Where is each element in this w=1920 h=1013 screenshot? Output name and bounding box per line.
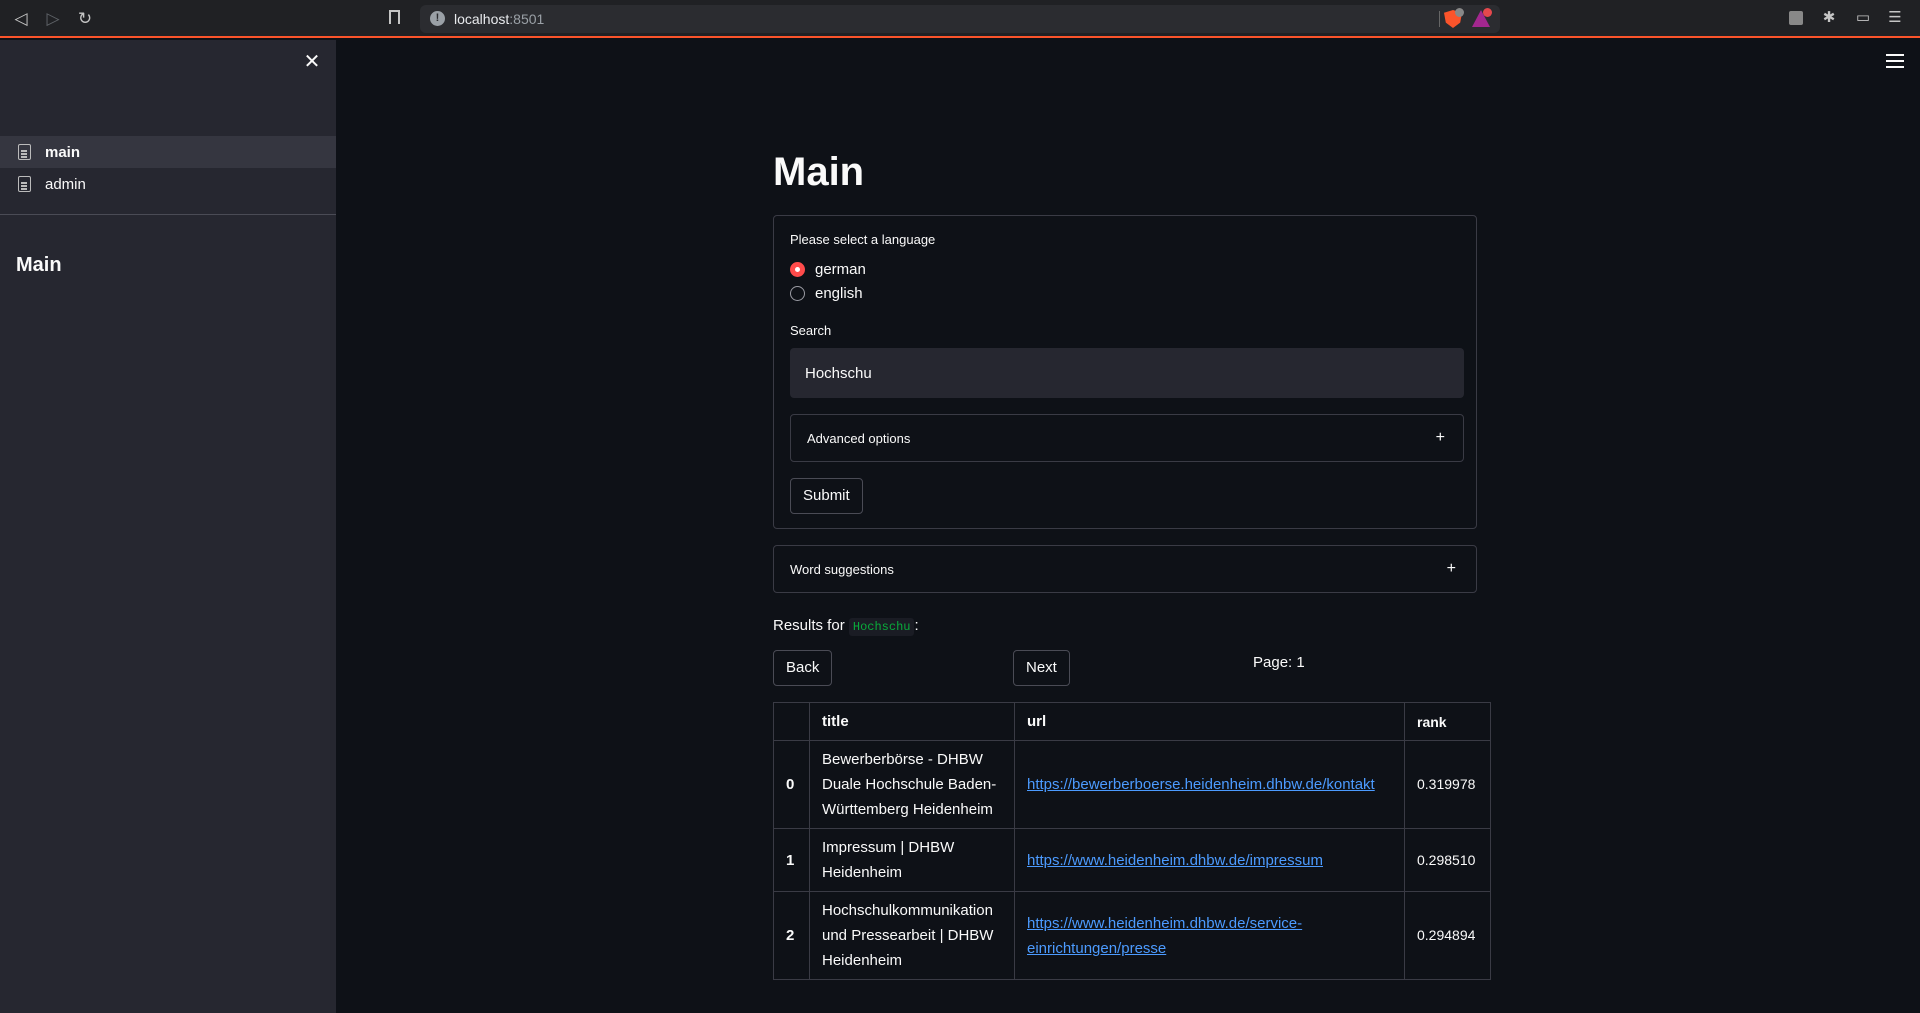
url-separator [1439, 11, 1440, 27]
row-rank: 0.298510 [1404, 828, 1491, 892]
page-icon [18, 176, 31, 192]
browser-menu-icon[interactable]: ☰ [1886, 9, 1904, 27]
row-url-link[interactable]: https://bewerberboerse.heidenheim.dhbw.d… [1027, 776, 1375, 793]
close-sidebar-icon[interactable]: ✕ [300, 50, 324, 74]
main-content: Main Please select a language german eng… [773, 150, 1493, 980]
search-label: Search [790, 323, 832, 338]
row-title: Impressum | DHBW Heidenheim [809, 828, 1015, 892]
radio-german[interactable]: german [790, 257, 1462, 281]
bookmark-icon[interactable] [389, 10, 400, 24]
expander-label: Word suggestions [790, 561, 894, 577]
table-row: 2 Hochschulkommunikation und Pressearbei… [773, 891, 1491, 980]
search-form: Please select a language german english … [773, 215, 1477, 529]
puzzle-icon[interactable]: ✱ [1820, 9, 1838, 27]
row-url-link[interactable]: https://www.heidenheim.dhbw.de/impressum [1027, 852, 1323, 869]
radio-unchecked-icon[interactable] [790, 285, 805, 301]
radio-label: german [815, 260, 866, 278]
column-header-index[interactable] [773, 702, 810, 741]
plus-icon: + [1435, 429, 1445, 446]
column-header-rank[interactable]: rank [1404, 702, 1491, 741]
url-text[interactable]: localhost:8501 [454, 11, 544, 27]
back-button[interactable]: Back [773, 650, 833, 686]
site-info-icon[interactable]: ! [430, 11, 445, 26]
next-button[interactable]: Next [1013, 650, 1070, 686]
row-url-link[interactable]: https://www.heidenheim.dhbw.de/service-e… [1027, 915, 1302, 957]
sidebar-item-label: admin [45, 175, 86, 193]
app-menu-icon[interactable] [1886, 54, 1904, 68]
advanced-options-expander[interactable]: Advanced options + [790, 414, 1464, 462]
column-header-title[interactable]: title [809, 702, 1015, 741]
row-index: 2 [773, 891, 810, 980]
language-label: Please select a language [790, 232, 936, 247]
plus-icon: + [1446, 560, 1456, 577]
extension-icon[interactable] [1789, 11, 1803, 25]
results-query: Hochschu [848, 618, 915, 636]
table-header-row: title url rank [773, 702, 1491, 741]
radio-label: english [815, 284, 863, 302]
url-port: :8501 [509, 11, 545, 27]
column-header-url[interactable]: url [1014, 702, 1405, 741]
results-heading: Results for Hochschu: [773, 617, 1493, 636]
sidebar-divider [0, 214, 336, 215]
row-rank: 0.294894 [1404, 891, 1491, 980]
wallet-icon[interactable]: ▭ [1854, 9, 1872, 27]
expander-label: Advanced options [807, 430, 911, 446]
table-row: 0 Bewerberbörse - DHBW Duale Hochschule … [773, 740, 1491, 829]
search-input[interactable] [790, 348, 1464, 398]
back-arrow-icon[interactable]: ◁ [10, 8, 32, 30]
radio-checked-icon[interactable] [790, 261, 805, 277]
row-rank: 0.319978 [1404, 740, 1491, 829]
sidebar-title: Main [16, 254, 62, 276]
radio-english[interactable]: english [790, 281, 1462, 305]
results-suffix: : [914, 617, 919, 634]
shield-count-badge [1455, 8, 1464, 17]
address-bar[interactable]: ! localhost:8501 [420, 5, 1500, 33]
sidebar-item-main[interactable]: main [0, 136, 336, 168]
url-host: localhost [454, 11, 510, 27]
word-suggestions-expander[interactable]: Word suggestions + [773, 545, 1477, 593]
submit-button[interactable]: Submit [790, 478, 863, 514]
forward-arrow-icon[interactable]: ▷ [42, 8, 64, 30]
rewards-badge [1483, 8, 1492, 17]
sidebar: ✕ main admin Main [0, 40, 336, 1013]
pager: Back Next Page: 1 [773, 650, 1493, 690]
table-row: 1 Impressum | DHBW Heidenheim https://ww… [773, 828, 1491, 892]
page-title: Main [773, 150, 865, 194]
reload-icon[interactable]: ↻ [74, 8, 96, 30]
row-title: Bewerberbörse - DHBW Duale Hochschule Ba… [809, 740, 1015, 829]
browser-toolbar: ◁ ▷ ↻ ! localhost:8501 ✱ ▭ ☰ [0, 0, 1920, 38]
row-index: 0 [773, 740, 810, 829]
page-indicator: Page: 1 [1253, 654, 1305, 671]
page-icon [18, 144, 31, 160]
row-index: 1 [773, 828, 810, 892]
sidebar-item-label: main [45, 143, 81, 161]
results-table: title url rank 0 Bewerberbörse - DHBW Du… [773, 702, 1491, 980]
sidebar-item-admin[interactable]: admin [0, 168, 336, 200]
row-title: Hochschulkommunikation und Pressearbeit … [809, 891, 1015, 980]
results-prefix: Results for [773, 617, 845, 634]
sidebar-nav: main admin [0, 136, 336, 200]
